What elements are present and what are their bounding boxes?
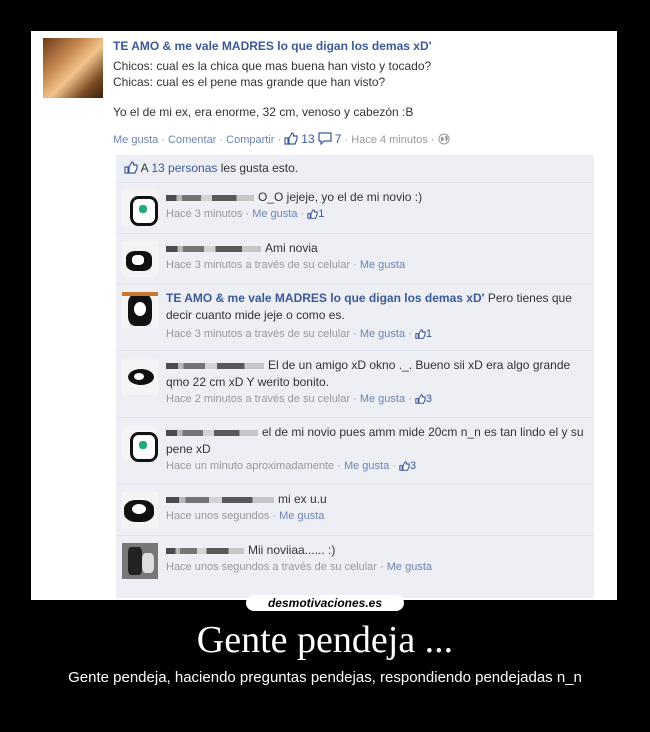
post-line-2: Chicas: cual es el pene mas grande que h… <box>113 75 386 89</box>
post-line-3: Yo el de mi ex, era enorme, 32 cm, venos… <box>113 105 414 119</box>
like-count[interactable]: 13 <box>301 132 314 146</box>
poster-title: Gente pendeja ... <box>196 619 454 661</box>
like-link[interactable]: Me gusta <box>113 134 158 146</box>
thumbs-up-icon <box>307 208 318 225</box>
poster-subtitle: Gente pendeja, haciendo preguntas pendej… <box>68 669 582 686</box>
comment-body: mi ex u.u Hace unos segundos · Me gusta <box>166 492 327 522</box>
thumbs-up-icon <box>284 132 298 148</box>
post-text: Chicos: cual es la chica que mas buena h… <box>113 58 593 120</box>
facebook-post: TE AMO & me vale MADRES lo que digan los… <box>33 33 615 598</box>
comment-item: O_O jejeje, yo el de mi novio :) Hace 3 … <box>116 183 594 234</box>
redacted-name[interactable] <box>166 245 261 252</box>
commenter-avatar[interactable] <box>122 359 158 395</box>
commenter-avatar[interactable] <box>122 426 158 462</box>
redacted-name[interactable] <box>166 194 254 201</box>
redacted-name[interactable] <box>166 362 264 369</box>
share-link[interactable]: Compartir <box>226 134 274 146</box>
comment-item: Ami novia Hace 3 minutos a través de su … <box>116 234 594 284</box>
comment-item: TE AMO & me vale MADRES lo que digan los… <box>116 284 594 351</box>
comment-body: el de mi novio pues amm mide 20cm n_n es… <box>166 424 590 477</box>
site-logo[interactable]: desmotivaciones.es <box>246 595 404 611</box>
comment-item: mi ex u.u Hace unos segundos · Me gusta <box>116 485 594 536</box>
thumbs-up-icon <box>124 157 138 184</box>
comment-body: O_O jejeje, yo el de mi novio :) Hace 3 … <box>166 189 590 225</box>
post-author-name[interactable]: TE AMO & me vale MADRES lo que digan los… <box>113 39 431 53</box>
author-avatar[interactable] <box>43 38 103 98</box>
thumbs-up-icon <box>415 328 426 345</box>
redacted-name[interactable] <box>166 547 244 554</box>
thumbs-up-icon <box>399 460 410 477</box>
redacted-name[interactable] <box>166 429 258 436</box>
screenshot-frame: TE AMO & me vale MADRES lo que digan los… <box>31 31 617 600</box>
commenter-avatar[interactable] <box>122 292 158 328</box>
commenter-avatar[interactable] <box>122 241 158 277</box>
comment-body: Ami novia Hace 3 minutos a través de su … <box>166 241 406 271</box>
post-actions: Me gusta · Comentar · Compartir · 13 7 ·… <box>113 132 450 148</box>
comment-item: Mii noviiaa...... :) Hace unos segundos … <box>116 536 594 592</box>
commenter-avatar[interactable] <box>122 543 158 579</box>
comment-body: Mii noviiaa...... :) Hace unos segundos … <box>166 543 432 573</box>
comment-item: el de mi novio pues amm mide 20cm n_n es… <box>116 418 594 485</box>
thumbs-up-icon <box>415 393 426 410</box>
commenter-avatar[interactable] <box>122 190 158 226</box>
commenter-avatar[interactable] <box>122 492 158 528</box>
comment-body: El de un amigo xD okno ._. Bueno sii xD … <box>166 357 590 410</box>
globe-icon <box>438 133 450 148</box>
commenter-name[interactable]: TE AMO & me vale MADRES lo que digan los… <box>166 291 484 305</box>
comment-link[interactable]: Comentar <box>168 134 216 146</box>
redacted-name[interactable] <box>166 496 274 503</box>
comments-section: A 13 personas les gusta esto. O_O jejeje… <box>116 155 594 598</box>
comment-count[interactable]: 7 <box>335 132 342 146</box>
comment-bubble-icon <box>318 132 332 148</box>
post-line-1: Chicos: cual es la chica que mas buena h… <box>113 59 432 73</box>
likes-summary: A 13 personas les gusta esto. <box>116 155 594 183</box>
likes-people-link[interactable]: 13 personas <box>151 161 217 175</box>
comment-body: TE AMO & me vale MADRES lo que digan los… <box>166 290 590 345</box>
comment-item: El de un amigo xD okno ._. Bueno sii xD … <box>116 351 594 418</box>
post-timestamp[interactable]: Hace 4 minutos <box>351 134 427 146</box>
